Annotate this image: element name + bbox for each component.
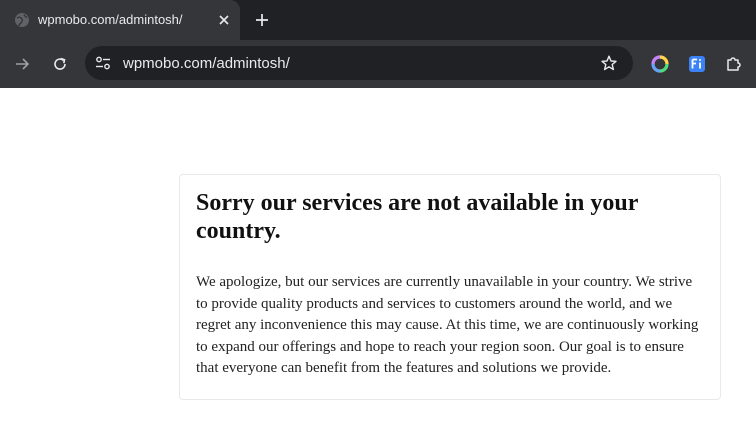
page-viewport: Sorry our services are not available in … bbox=[0, 88, 756, 427]
fi-icon[interactable] bbox=[686, 53, 708, 75]
tab-strip: wpmobo.com/admintosh/ bbox=[0, 0, 756, 40]
close-icon[interactable] bbox=[214, 10, 234, 30]
color-wheel-icon[interactable] bbox=[649, 53, 671, 75]
browser-toolbar: wpmobo.com/admintosh/ bbox=[0, 40, 756, 88]
puzzle-icon[interactable] bbox=[723, 53, 745, 75]
reload-icon[interactable] bbox=[48, 52, 72, 76]
active-tab[interactable]: wpmobo.com/admintosh/ bbox=[0, 0, 240, 40]
notice-card: Sorry our services are not available in … bbox=[179, 174, 721, 400]
browser-window: wpmobo.com/admintosh/ wpmobo.com/adminto… bbox=[0, 0, 756, 427]
globe-icon bbox=[14, 12, 30, 28]
notice-message: We apologize, but our services are curre… bbox=[196, 274, 699, 376]
tune-icon[interactable] bbox=[91, 51, 115, 75]
arrow-right-icon[interactable] bbox=[10, 52, 34, 76]
address-bar[interactable]: wpmobo.com/admintosh/ bbox=[85, 46, 633, 80]
url-text[interactable]: wpmobo.com/admintosh/ bbox=[123, 55, 290, 72]
star-icon[interactable] bbox=[597, 51, 621, 75]
page-heading: Sorry our services are not available in … bbox=[196, 190, 638, 244]
plus-icon[interactable] bbox=[250, 8, 274, 32]
tab-title: wpmobo.com/admintosh/ bbox=[38, 12, 183, 27]
